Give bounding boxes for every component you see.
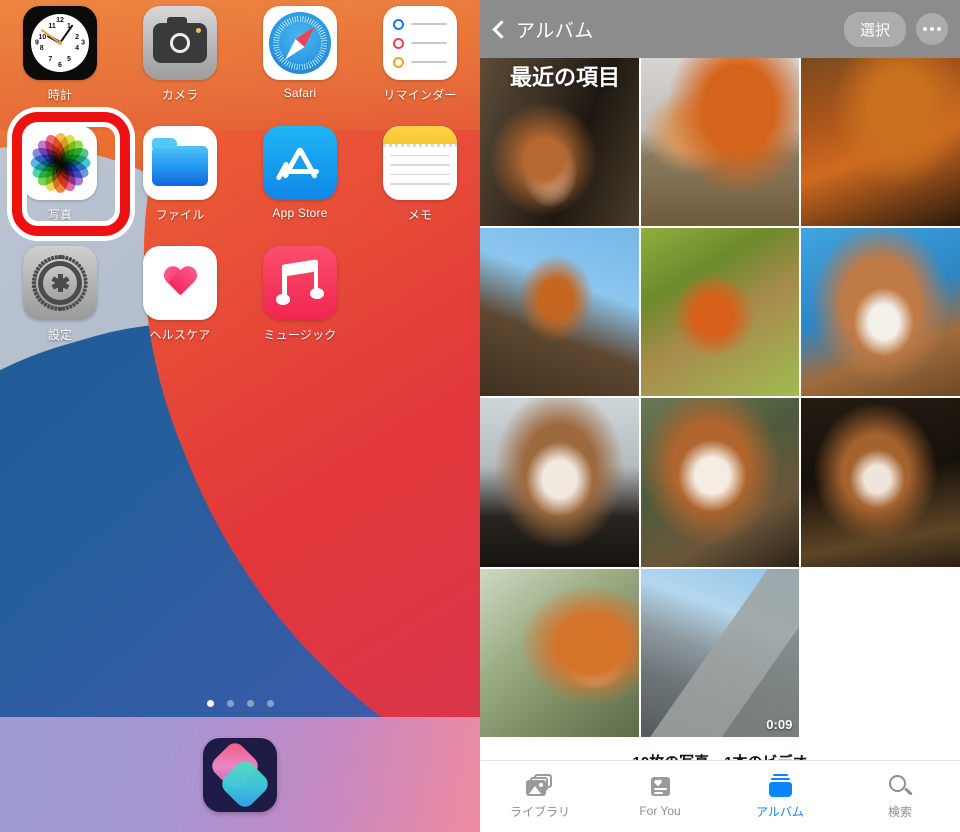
clock-icon: 12 3 6 9 1 2 4 5 7 8 10 11 xyxy=(23,6,97,80)
page-indicator[interactable] xyxy=(0,700,480,707)
grid-item-photo[interactable] xyxy=(640,228,800,397)
app-label: メモ xyxy=(407,208,433,222)
tab-label: アルバム xyxy=(756,804,804,819)
back-button[interactable]: アルバム xyxy=(492,16,594,43)
grid-item-photo[interactable] xyxy=(480,228,639,397)
more-button[interactable] xyxy=(916,13,948,45)
app-appstore[interactable]: App Store xyxy=(240,126,360,236)
app-label: App Store xyxy=(272,206,328,220)
tab-label: For You xyxy=(639,804,681,818)
shortcuts-icon[interactable] xyxy=(203,737,277,812)
grid-item-photo[interactable] xyxy=(801,398,960,567)
tab-albums[interactable]: アルバム xyxy=(720,773,840,820)
grid-item-video[interactable]: 0:09 xyxy=(640,568,800,737)
for-you-icon xyxy=(646,775,674,799)
app-label: ミュージック xyxy=(263,328,337,342)
files-icon xyxy=(143,126,217,200)
music-icon xyxy=(263,246,337,320)
app-label: 時計 xyxy=(47,88,73,102)
camera-icon xyxy=(143,6,217,80)
app-icon-grid: 12 3 6 9 1 2 4 5 7 8 10 11 xyxy=(0,0,480,356)
app-label: リマインダー xyxy=(383,88,457,102)
tab-label: 検索 xyxy=(887,804,912,819)
app-safari[interactable]: Safari xyxy=(240,6,360,116)
grid-item-photo[interactable] xyxy=(640,398,800,567)
reminders-icon xyxy=(383,6,457,80)
photos-app-screen: アルバム 選択 最近の項目 0:09 ライブラリ For You アルバム 検索 xyxy=(480,0,960,832)
app-label: ヘルスケア xyxy=(149,328,211,342)
select-button[interactable]: 選択 xyxy=(843,11,906,47)
app-clock[interactable]: 12 3 6 9 1 2 4 5 7 8 10 11 xyxy=(0,6,120,116)
grid-item-photo[interactable] xyxy=(640,58,800,227)
ellipsis-icon xyxy=(937,27,941,31)
navigation-bar: アルバム 選択 xyxy=(480,0,960,58)
photos-icon xyxy=(23,126,97,200)
app-label: 写真 xyxy=(47,208,73,222)
app-photos[interactable]: 写真 xyxy=(0,126,120,236)
app-notes[interactable]: メモ xyxy=(360,126,480,236)
ellipsis-icon xyxy=(923,27,927,31)
tab-label: ライブラリ xyxy=(509,804,570,819)
video-duration: 0:09 xyxy=(766,716,793,732)
back-label: アルバム xyxy=(516,20,594,42)
app-settings[interactable]: 設定 xyxy=(0,246,120,356)
health-icon xyxy=(143,246,217,320)
ellipsis-icon xyxy=(930,27,934,31)
settings-icon xyxy=(23,246,97,320)
app-reminders[interactable]: リマインダー xyxy=(360,6,480,116)
grid-item-photo[interactable] xyxy=(801,228,960,397)
grid-item-empty xyxy=(801,568,960,737)
app-label: Safari xyxy=(283,86,317,100)
app-files[interactable]: ファイル xyxy=(120,126,240,236)
app-label: ファイル xyxy=(155,208,205,222)
tab-bar: ライブラリ For You アルバム 検索 xyxy=(480,760,960,832)
tab-search[interactable]: 検索 xyxy=(840,774,960,820)
app-label: カメラ xyxy=(161,88,199,102)
albums-icon xyxy=(766,773,794,798)
search-icon xyxy=(886,774,914,798)
tab-library[interactable]: ライブラリ xyxy=(480,773,600,820)
library-icon xyxy=(526,773,554,798)
photo-grid: 0:09 xyxy=(480,58,960,737)
app-camera[interactable]: カメラ xyxy=(120,6,240,116)
grid-item-photo[interactable] xyxy=(480,398,639,567)
grid-item-photo[interactable] xyxy=(480,568,639,737)
safari-icon xyxy=(263,6,337,80)
grid-item-photo[interactable] xyxy=(801,58,960,227)
tab-for-you[interactable]: For You xyxy=(600,775,720,818)
ios-home-screen: 12 3 6 9 1 2 4 5 7 8 10 11 xyxy=(0,0,480,832)
dock xyxy=(0,717,480,832)
appstore-icon xyxy=(263,126,337,200)
app-health[interactable]: ヘルスケア xyxy=(120,246,240,356)
chevron-left-icon xyxy=(492,19,511,39)
album-title: 最近の項目 xyxy=(510,65,621,90)
app-label: 設定 xyxy=(47,328,73,342)
notes-icon xyxy=(383,126,457,200)
app-music[interactable]: ミュージック xyxy=(240,246,360,356)
split-screenshot: 12 3 6 9 1 2 4 5 7 8 10 11 xyxy=(0,0,960,832)
